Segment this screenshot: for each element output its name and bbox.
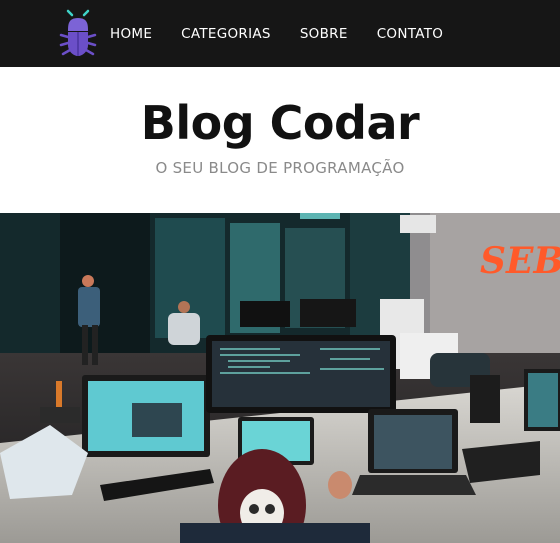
blog-header: Blog Codar O SEU BLOG DE PROGRAMAÇÃO [0, 67, 560, 213]
nav-link-categorias[interactable]: CATEGORIAS [181, 26, 271, 42]
page-subtitle: O SEU BLOG DE PROGRAMAÇÃO [155, 158, 405, 177]
page-title: Blog Codar [140, 96, 420, 150]
bug-logo-icon[interactable] [58, 9, 98, 59]
nav-menu: HOME CATEGORIAS SOBRE CONTATO [110, 26, 472, 42]
neon-sign: SEB [480, 240, 560, 282]
office-photo-illustration: SEB [0, 213, 560, 543]
nav-link-sobre[interactable]: SOBRE [300, 26, 348, 42]
hero-image: SEB [0, 213, 560, 543]
nav-link-home[interactable]: HOME [110, 26, 152, 42]
nav-link-contato[interactable]: CONTATO [377, 26, 444, 42]
navbar: HOME CATEGORIAS SOBRE CONTATO [0, 0, 560, 67]
